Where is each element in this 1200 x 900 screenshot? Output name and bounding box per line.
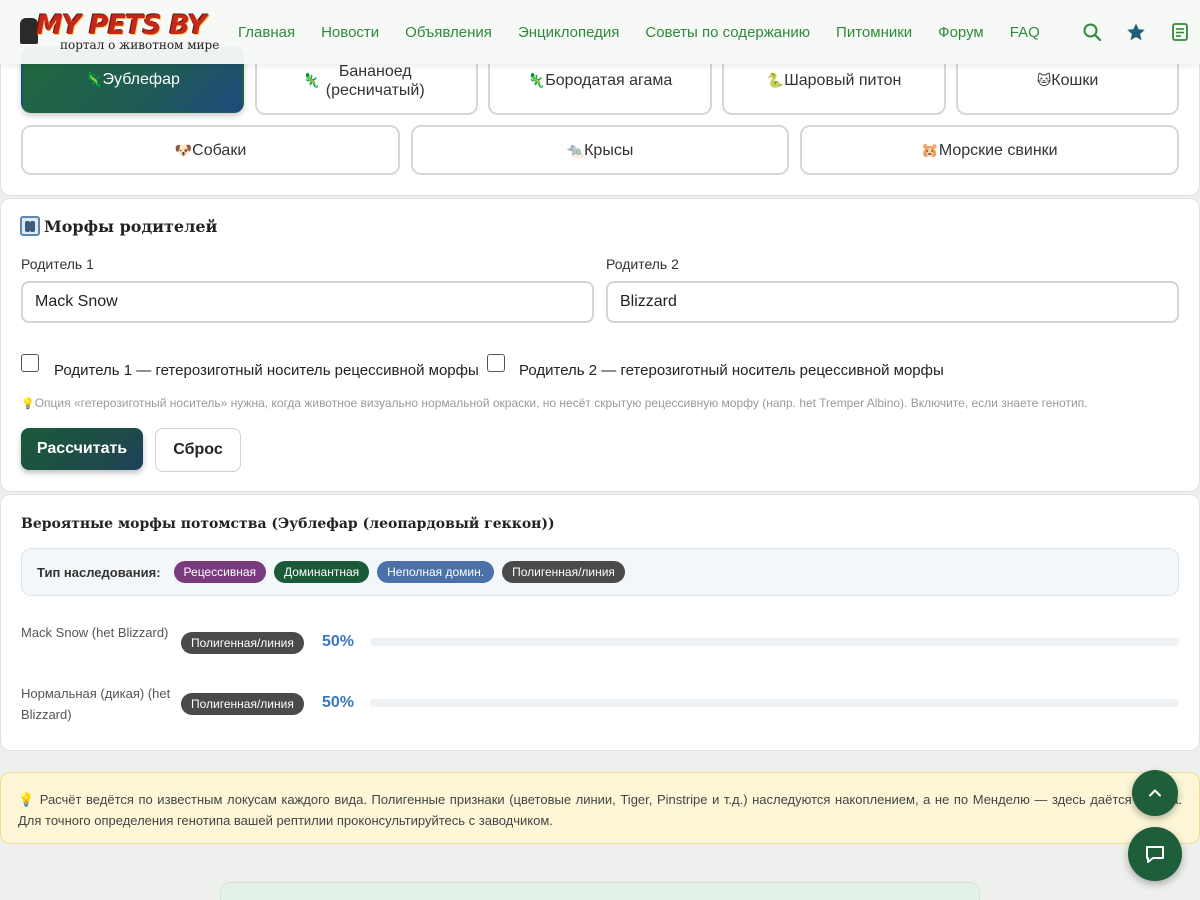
inheritance-label: Тип наследования: xyxy=(37,564,161,580)
chat-button[interactable] xyxy=(1128,827,1182,881)
parent2-het-label: Родитель 2 — гетерозиготный носитель рец… xyxy=(519,362,944,379)
parent1-input[interactable] xyxy=(21,281,594,323)
result-type-badge: Полигенная/линия xyxy=(181,632,304,654)
result-percent: 50% xyxy=(322,633,355,650)
legend-recessive: Рецессивная xyxy=(173,561,266,583)
parent2-input[interactable] xyxy=(606,281,1179,323)
parent1-label: Родитель 1 xyxy=(21,256,94,272)
calculation-note: 💡 Расчёт ведётся по известным локусам ка… xyxy=(0,772,1200,844)
parent2-het-checkbox[interactable] xyxy=(487,354,505,372)
result-morph-name: Mack Snow (het Blizzard) xyxy=(21,625,169,640)
parent1-het-checkbox[interactable] xyxy=(21,354,39,372)
species-label: Эублефар xyxy=(102,71,180,88)
result-type-badge: Полигенная/линия xyxy=(181,693,304,715)
nav-ads[interactable]: Объявления xyxy=(405,24,492,41)
reset-button[interactable]: Сброс xyxy=(155,428,241,472)
lightbulb-icon: 💡 xyxy=(21,398,35,410)
parent1-het-label: Родитель 1 — гетерозиготный носитель рец… xyxy=(54,362,479,379)
search-icon[interactable] xyxy=(1082,22,1102,42)
lightbulb-icon: 💡 xyxy=(18,792,40,807)
nav-encyclopedia[interactable]: Энциклопедия xyxy=(518,24,619,41)
het-hint-text: Опция «гетерозиготный носитель» нужна, к… xyxy=(34,396,1088,410)
species-emoji: 🐍 xyxy=(766,72,785,88)
nav-news[interactable]: Новости xyxy=(321,24,379,41)
species-emoji: 🐹 xyxy=(921,141,939,158)
species-label: Бананоед (ресничатый) xyxy=(325,62,425,99)
result-morph-name: Нормальная (дикая) (het Blizzard) xyxy=(21,686,171,722)
offspring-results-card xyxy=(0,494,1200,751)
chevron-up-icon xyxy=(1149,789,1161,797)
results-title: Вероятные морфы потомства (Эублефар (лео… xyxy=(21,516,555,532)
species-emoji: 🦎 xyxy=(527,72,546,88)
next-section-box xyxy=(220,882,980,900)
species-label: Шаровый питон xyxy=(784,72,902,89)
main-nav: Главная Новости Объявления Энциклопедия … xyxy=(238,0,1040,64)
chat-icon xyxy=(1146,846,1164,863)
calculate-button[interactable]: Рассчитать xyxy=(21,428,143,470)
species-emoji: 🦎 xyxy=(85,71,103,87)
species-label: Кошки xyxy=(1051,72,1099,89)
star-icon[interactable] xyxy=(1126,22,1146,42)
legend-dominant: Доминантная xyxy=(274,561,370,583)
result-percent: 50% xyxy=(322,694,355,711)
couple-icon xyxy=(20,216,40,236)
species-button-rats[interactable]: 🐀 Крысы xyxy=(411,125,789,175)
site-header: MY PETS BY портал о животном мире Главна… xyxy=(0,0,1200,64)
logo-subtitle: портал о животном мире xyxy=(60,38,220,52)
nav-breeders[interactable]: Питомники xyxy=(836,24,912,41)
result-progress-bar xyxy=(370,638,1179,646)
parent2-label: Родитель 2 xyxy=(606,256,679,272)
species-emoji: 🐶 xyxy=(174,141,193,158)
nav-home[interactable]: Главная xyxy=(238,24,295,41)
parent-morphs-title: Морфы родителей xyxy=(20,216,217,236)
result-progress-bar xyxy=(370,699,1179,707)
parent-morphs-title-text: Морфы родителей xyxy=(44,216,218,236)
species-label: Морские свинки xyxy=(938,141,1058,159)
species-emoji: 🦎 xyxy=(302,72,321,88)
legend-incomplete-dominant: Неполная домин. xyxy=(377,561,495,583)
species-button-guinea-pigs[interactable]: 🐹 Морские свинки xyxy=(800,125,1179,175)
nav-forum[interactable]: Форум xyxy=(938,24,984,41)
header-actions xyxy=(1082,0,1190,64)
notes-icon[interactable] xyxy=(1170,22,1190,42)
inheritance-legend: Тип наследования: Рецессивная Доминантна… xyxy=(21,548,1179,596)
scroll-top-button[interactable] xyxy=(1132,770,1178,816)
species-emoji: 🐀 xyxy=(566,141,585,158)
site-logo[interactable]: MY PETS BY портал о животном мире xyxy=(16,10,220,54)
species-label: Бородатая агама xyxy=(545,72,673,89)
nav-care-tips[interactable]: Советы по содержанию xyxy=(645,24,810,41)
species-button-dogs[interactable]: 🐶 Собаки xyxy=(21,125,400,175)
het-hint: 💡Опция «гетерозиготный носитель» нужна, … xyxy=(21,396,1088,410)
nav-faq[interactable]: FAQ xyxy=(1010,24,1040,41)
species-label: Собаки xyxy=(192,141,247,159)
calculation-note-text: Расчёт ведётся по известным локусам кажд… xyxy=(18,792,1182,828)
legend-polygenic: Полигенная/линия xyxy=(502,561,625,583)
result-progress-fill xyxy=(370,699,775,707)
result-progress-fill xyxy=(370,638,775,646)
logo-text: MY PETS BY xyxy=(36,10,207,41)
species-label: Крысы xyxy=(584,141,634,159)
species-emoji: 🐱 xyxy=(1036,72,1052,88)
